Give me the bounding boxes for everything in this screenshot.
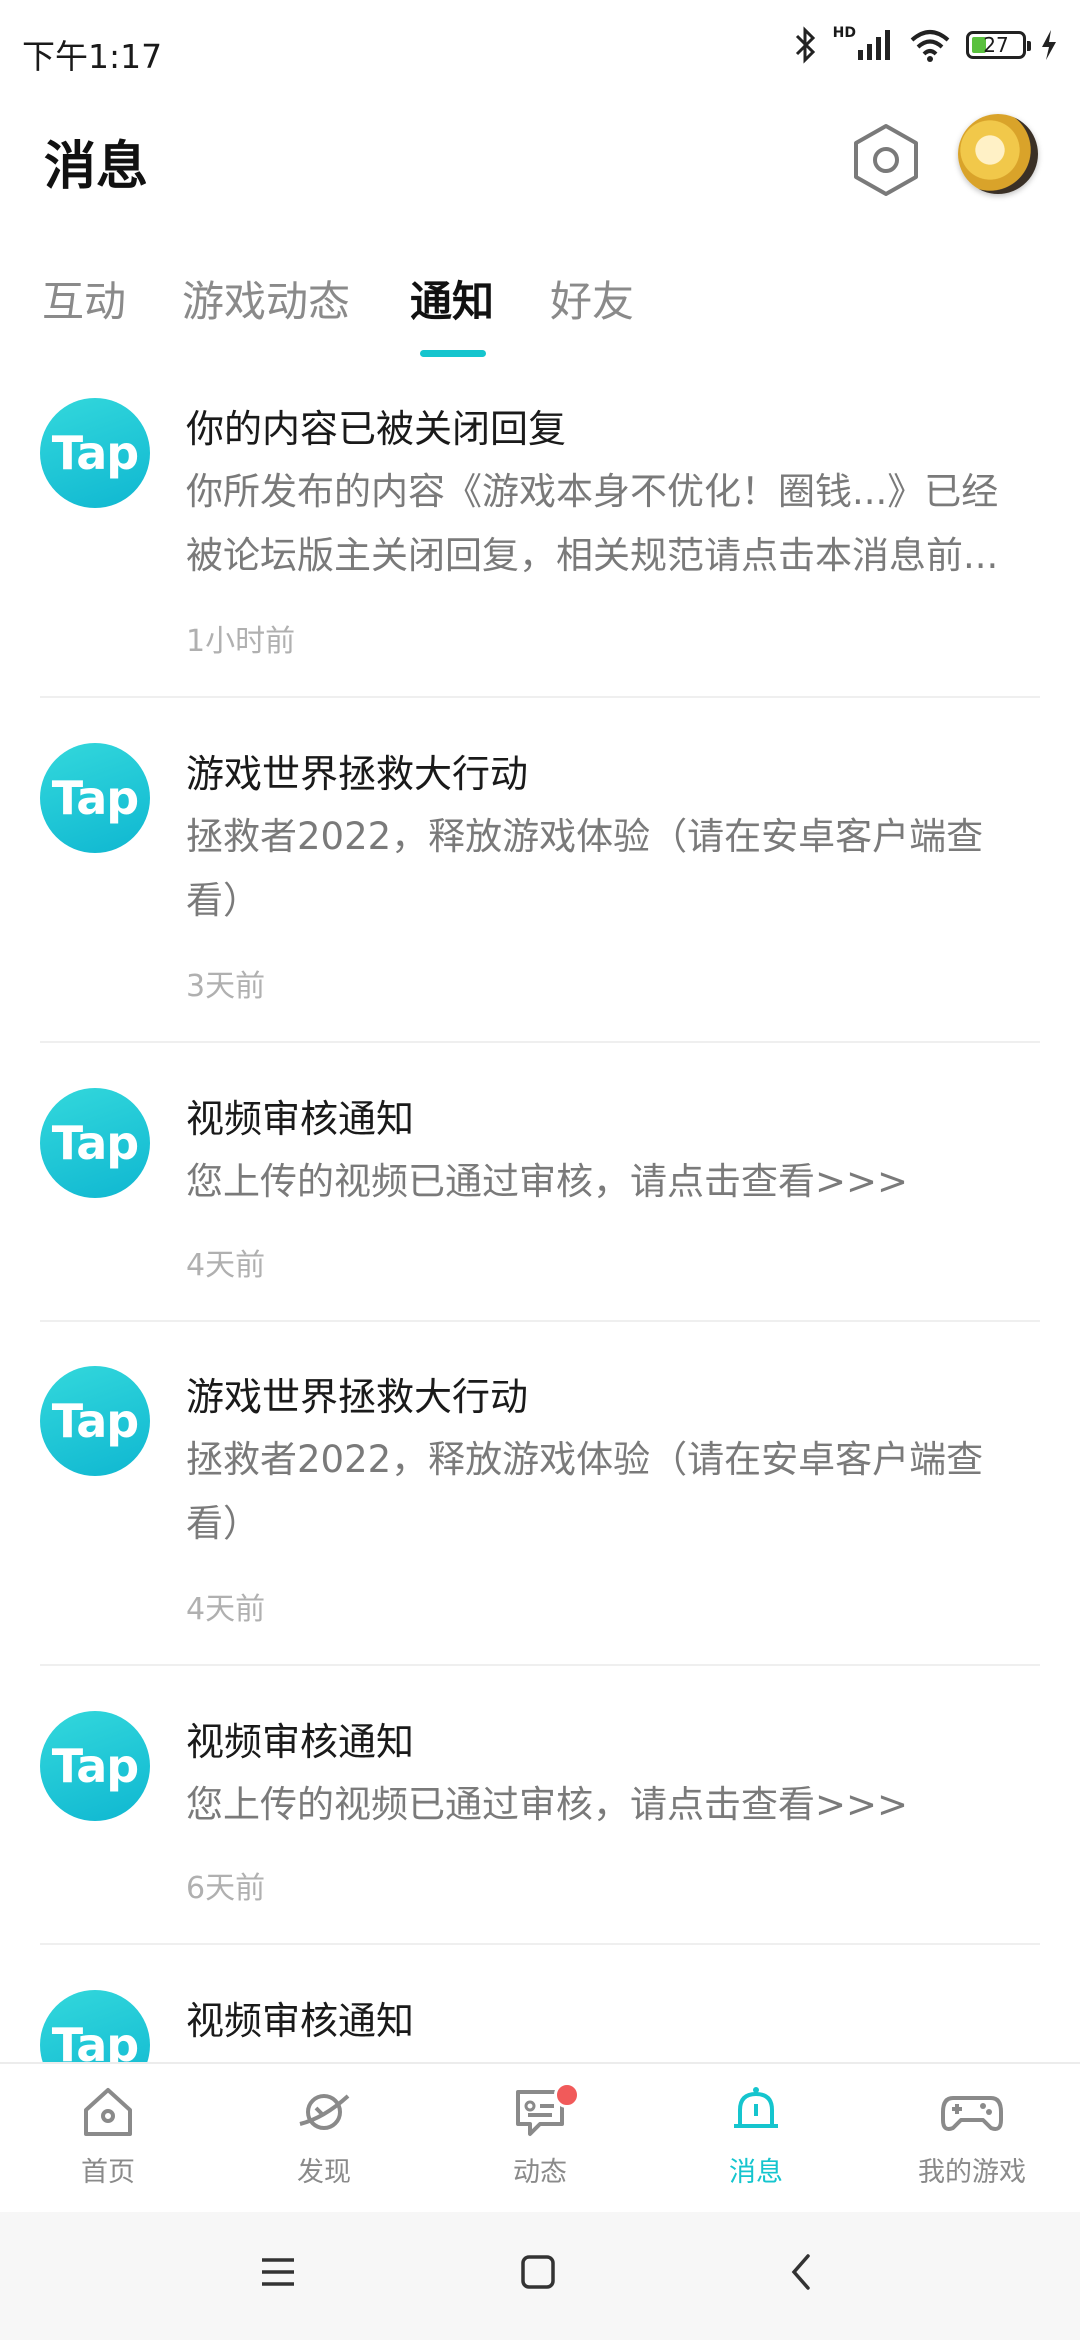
- settings-hex-icon: [854, 124, 918, 196]
- divider: [40, 1943, 1040, 1945]
- notification-time: 4天前: [186, 1592, 266, 1627]
- notification-body: 您上传的视频已通过审核，请点击查看>>>: [186, 1783, 909, 1826]
- notification-body: 您上传的视频已通过审核，请点击查看>>>: [186, 1160, 909, 1203]
- tap-logo: Tap: [40, 743, 150, 853]
- bluetooth-icon: [795, 26, 815, 64]
- notification-title: 游戏世界拯救大行动: [186, 1375, 529, 1419]
- notification-title: 视频审核通知: [186, 1097, 415, 1141]
- notification-time: 3天前: [186, 969, 266, 1004]
- nav-my-games-label: 我的游戏: [918, 2157, 1026, 2188]
- tab-game-updates[interactable]: 游戏动态: [182, 268, 350, 329]
- tap-logo: Tap: [40, 398, 150, 508]
- notification-time: 4天前: [186, 1248, 266, 1283]
- notification-body: 你所发布的内容《游戏本身不优化！圈钱...》已经被论坛版主关闭回复，相关规范请点…: [186, 470, 999, 577]
- planet-icon: [299, 2094, 350, 2130]
- divider: [40, 1320, 1040, 1322]
- status-bar: 下午1:17 HD 27: [0, 0, 1080, 100]
- notification-body: 拯救者2022，释放游戏体验（请在安卓客户端查看）: [186, 815, 984, 922]
- notification-item[interactable]: Tap 游戏世界拯救大行动 拯救者2022，释放游戏体验（请在安卓客户端查看） …: [0, 1348, 1080, 1666]
- battery-icon: 27: [966, 31, 1031, 59]
- divider: [40, 1041, 1040, 1043]
- divider: [40, 1664, 1040, 1666]
- notification-item[interactable]: Tap 游戏世界拯救大行动 拯救者2022，释放游戏体验（请在安卓客户端查看） …: [0, 725, 1080, 1043]
- header: 消息: [0, 110, 1080, 210]
- nav-discover[interactable]: 发现: [244, 2082, 404, 2202]
- notification-body: 拯救者2022，释放游戏体验（请在安卓客户端查看）: [186, 1438, 984, 1545]
- unread-badge: [554, 2082, 580, 2108]
- notification-item[interactable]: Tap 视频审核通知 您上传的视频已通过审核，请点击查看>>> 6天前: [0, 1693, 1080, 1943]
- nav-messages[interactable]: 消息: [676, 2082, 836, 2202]
- divider: [40, 696, 1040, 698]
- notification-title: 你的内容已被关闭回复: [186, 407, 567, 451]
- notification-item[interactable]: Tap 视频审核通知: [0, 1972, 1080, 2062]
- bell-icon: [734, 2087, 778, 2128]
- bottom-nav: 首页 发现 动态 消息 我的游戏: [0, 2062, 1080, 2214]
- nav-discover-label: 发现: [297, 2157, 351, 2188]
- settings-button[interactable]: [850, 120, 922, 200]
- tap-logo: Tap: [40, 1711, 150, 1821]
- home-icon: [84, 2088, 132, 2136]
- status-time: 下午1:17: [22, 37, 163, 76]
- notification-item[interactable]: Tap 你的内容已被关闭回复 你所发布的内容《游戏本身不优化！圈钱...》已经被…: [0, 380, 1080, 698]
- network-label: HD: [832, 25, 856, 41]
- tab-interaction[interactable]: 互动: [42, 268, 126, 329]
- battery-level: 27: [983, 33, 1009, 57]
- tap-logo: Tap: [40, 1088, 150, 1198]
- system-nav-bar: [0, 2212, 1080, 2340]
- notification-time: 1小时前: [186, 624, 296, 659]
- nav-home[interactable]: 首页: [28, 2082, 188, 2202]
- home-square-icon[interactable]: [518, 2252, 558, 2292]
- nav-home-label: 首页: [81, 2157, 135, 2188]
- avatar[interactable]: [958, 114, 1038, 194]
- notification-title: 游戏世界拯救大行动: [186, 752, 529, 796]
- charging-icon: [1042, 30, 1056, 60]
- tab-friends[interactable]: 好友: [550, 268, 634, 329]
- tab-notifications[interactable]: 通知: [410, 268, 494, 329]
- gamepad-icon: [941, 2096, 1003, 2131]
- tap-logo: Tap: [40, 1366, 150, 1476]
- tap-logo: Tap: [40, 1990, 150, 2062]
- nav-feed-label: 动态: [513, 2157, 567, 2188]
- page-title: 消息: [44, 137, 149, 197]
- menu-icon[interactable]: [258, 2252, 298, 2292]
- notification-time: 6天前: [186, 1871, 266, 1906]
- nav-feed[interactable]: 动态: [460, 2082, 620, 2202]
- nav-my-games[interactable]: 我的游戏: [892, 2082, 1052, 2202]
- status-icons: HD 27: [793, 25, 1058, 64]
- notification-title: 视频审核通知: [186, 1999, 415, 2043]
- notification-item[interactable]: Tap 视频审核通知 您上传的视频已通过审核，请点击查看>>> 4天前: [0, 1070, 1080, 1320]
- signal-icon: [858, 30, 890, 60]
- nav-messages-label: 消息: [729, 2157, 783, 2188]
- wifi-icon: [910, 30, 950, 62]
- notification-title: 视频审核通知: [186, 1720, 415, 1764]
- back-icon[interactable]: [782, 2252, 822, 2292]
- tab-bar: 互动 游戏动态 通知 好友: [0, 258, 1080, 358]
- active-tab-indicator: [420, 350, 486, 357]
